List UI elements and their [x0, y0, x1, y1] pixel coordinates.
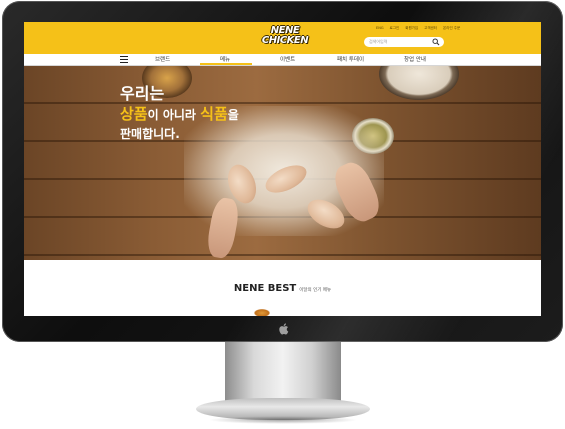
monitor-stand: [225, 342, 341, 402]
utility-links: ENG 로그인 회원가입 고객센터 온라인 주문: [376, 26, 460, 34]
util-link-signup[interactable]: 회원가입: [405, 26, 418, 34]
hero-text-mid: 이 아니라: [147, 108, 201, 122]
hero-line-1: 우리는: [120, 84, 165, 103]
hero-highlight-2: 식품: [200, 105, 228, 123]
nav-item-brand[interactable]: 브랜드: [155, 55, 170, 63]
util-link-login[interactable]: 로그인: [390, 26, 400, 34]
nene-chicken-logo[interactable]: NENE CHICKEN: [260, 26, 310, 50]
hero-text-end: 을: [227, 108, 239, 122]
best-product-thumbnail[interactable]: [254, 309, 270, 316]
apple-logo-icon: [279, 323, 289, 335]
best-section-heading: NENE BEST 이달의 인기 메뉴: [24, 276, 541, 295]
nav-item-patch-today[interactable]: 패치 투데이: [337, 55, 364, 63]
hamburger-menu-icon[interactable]: [120, 56, 128, 63]
util-link-order[interactable]: 온라인 주문: [443, 26, 460, 34]
util-link-support[interactable]: 고객센터: [424, 26, 437, 34]
hero-line-2: 상품이 아니라 식품을: [120, 104, 239, 125]
nav-active-indicator: [200, 63, 252, 65]
website-screen: NENE CHICKEN ENG 로그인 회원가입 고객센터 온라인 주문 검색…: [24, 22, 541, 316]
hero-banner: 우리는 상품이 아니라 식품을 판매합니다.: [24, 66, 541, 260]
best-subtitle: 이달의 인기 메뉴: [299, 288, 332, 293]
hero-line-3: 판매합니다.: [120, 127, 180, 141]
nav-item-menu[interactable]: 메뉴: [220, 55, 230, 63]
hero-headline: 우리는 상품이 아니라 식품을 판매합니다.: [120, 84, 239, 143]
search-icon[interactable]: [432, 38, 440, 46]
monitor-shadow: [208, 416, 358, 424]
hero-highlight-1: 상품: [120, 105, 148, 123]
search-input[interactable]: 검색어입력: [364, 37, 444, 47]
top-header-bar: NENE CHICKEN ENG 로그인 회원가입 고객센터 온라인 주문 검색…: [24, 22, 541, 54]
best-title: NENE BEST: [233, 283, 297, 294]
util-link-eng[interactable]: ENG: [376, 26, 384, 34]
search-placeholder: 검색어입력: [369, 39, 388, 44]
logo-line2: CHICKEN: [261, 35, 309, 46]
main-navigation: 브랜드 메뉴 이벤트 패치 투데이 창업 안내: [24, 54, 541, 66]
nav-item-franchise[interactable]: 창업 안내: [404, 55, 426, 63]
nav-item-event[interactable]: 이벤트: [280, 55, 295, 63]
flour-bowl-image: [379, 66, 459, 100]
